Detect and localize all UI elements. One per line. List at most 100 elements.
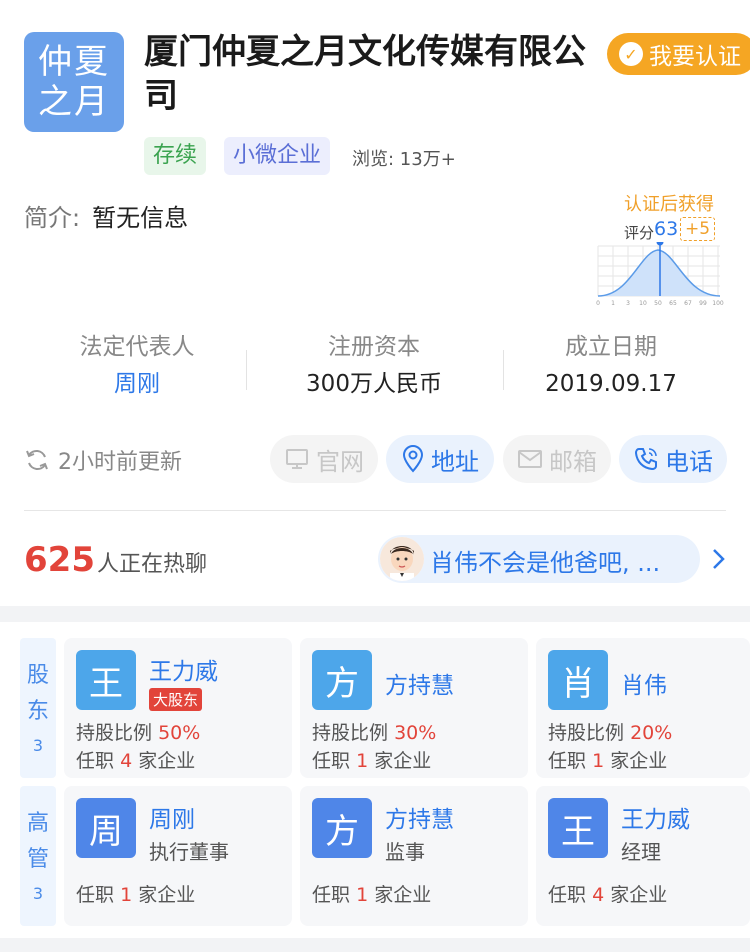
share-ratio-value: 50% [158,722,201,744]
executive-card[interactable]: 王 王力威 经理 任职 4 家企业 [536,786,750,926]
section-gap [0,938,750,952]
company-type-badge: 小微企业 [224,137,331,175]
phone-icon [634,448,657,471]
job-count-value: 4 [120,750,133,772]
executive-name[interactable]: 王力威 [621,800,690,834]
job-suffix: 家企业 [374,750,432,772]
major-shareholder-badge: 大股东 [149,688,203,711]
score-axis-tick: 65 [669,300,677,307]
address-button-label: 地址 [431,447,479,476]
info-value: 2019.09.17 [545,371,677,397]
location-icon [402,445,424,473]
logo-text-line2: 之月 [38,82,110,122]
info-label: 成立日期 [565,334,657,360]
section-gap [0,606,750,622]
certify-button[interactable]: ✓ 我要认证 [607,33,750,75]
job-count: 任职 1 家企业 [312,880,431,907]
score-axis-tick: 0 [596,300,600,307]
shareholders-section-title[interactable]: 股 东 3 [20,638,56,778]
job-suffix: 家企业 [610,884,668,906]
job-count-value: 1 [356,750,369,772]
score-axis-tick: 99 [699,300,707,307]
share-ratio: 持股比例 20% [548,718,672,745]
legal-representative-link[interactable]: 周刚 [22,364,252,404]
job-count: 任职 4 家企业 [76,746,195,773]
email-button[interactable]: 邮箱 [503,435,611,483]
hot-discussion: 625 人正在热聊 [24,540,207,580]
update-status[interactable]: 2小时前更新 [24,444,182,476]
divider [246,350,247,390]
phone-button[interactable]: 电话 [619,435,727,483]
job-count: 任职 1 家企业 [548,746,667,773]
job-prefix: 任职 [548,884,587,906]
shareholder-card[interactable]: 肖 肖伟 持股比例 20% 任职 1 家企业 [536,638,750,778]
shareholder-card[interactable]: 王 王力威 大股东 持股比例 50% 任职 4 家企业 [64,638,292,778]
info-label: 法定代表人 [79,334,195,360]
executive-card[interactable]: 周 周刚 执行董事 任职 1 家企业 [64,786,292,926]
executives-section-title[interactable]: 高 管 3 [20,786,56,926]
job-prefix: 任职 [76,884,115,906]
mail-icon [518,450,542,468]
share-ratio: 持股比例 30% [312,718,436,745]
executive-name[interactable]: 周刚 [149,800,195,834]
executive-card[interactable]: 方 方持慧 监事 任职 1 家企业 [300,786,528,926]
job-suffix: 家企业 [138,750,196,772]
score-axis-tick: 67 [684,300,692,307]
key-info-row: 法定代表人 周刚 注册资本 300万人民币 成立日期 2019.09.17 [0,330,750,410]
share-ratio-value: 20% [630,722,673,744]
executive-role: 经理 [621,840,661,864]
hot-count: 625 [24,540,95,580]
shareholder-name[interactable]: 王力威 [149,652,218,686]
score-label: 评分 [624,224,655,242]
avatar: 方 [312,798,372,858]
registered-capital: 注册资本 300万人民币 [259,330,489,404]
email-button-label: 邮箱 [549,447,597,476]
executives-count: 3 [32,884,44,903]
chat-preview[interactable]: 肖伟不会是他爸吧, ... [378,535,700,583]
shareholder-name[interactable]: 方持慧 [385,666,454,700]
job-count: 任职 1 家企业 [312,746,431,773]
job-prefix: 任职 [76,750,115,772]
executive-name[interactable]: 方持慧 [385,800,454,834]
share-ratio-label: 持股比例 [312,722,389,744]
shareholder-card[interactable]: 方 方持慧 持股比例 30% 任职 1 家企业 [300,638,528,778]
chat-message: 肖伟不会是他爸吧, ... [430,549,661,577]
refresh-icon [26,450,48,470]
company-intro: 简介: 暂无信息 [24,198,188,233]
executive-role: 监事 [385,840,425,864]
score-axis-tick: 100 [712,300,724,307]
score-axis-tick: 3 [626,300,630,307]
score-title: 认证后获得 [624,194,714,215]
shareholders-count: 3 [32,736,44,755]
verified-check-icon: ✓ [619,42,643,66]
phone-button-label: 电话 [665,447,713,476]
avatar: 王 [548,798,608,858]
shareholder-name[interactable]: 肖伟 [621,666,667,700]
job-count: 任职 4 家企业 [548,880,667,907]
section-title-char: 股 [26,663,49,688]
info-value: 300万人民币 [306,371,442,397]
share-ratio-value: 30% [394,722,437,744]
share-ratio: 持股比例 50% [76,718,200,745]
job-suffix: 家企业 [374,884,432,906]
score-distribution-chart: 0 1 3 10 50 65 67 99 100 [596,242,724,307]
job-prefix: 任职 [312,884,351,906]
job-count-value: 1 [356,884,369,906]
address-button[interactable]: 地址 [386,435,494,483]
divider [24,510,726,511]
user-avatar-icon [380,537,424,581]
job-prefix: 任职 [548,750,587,772]
avatar: 肖 [548,650,608,710]
score-value: 63 [654,218,679,240]
section-title-char: 东 [26,699,49,724]
website-button[interactable]: 官网 [270,435,378,483]
info-label: 注册资本 [328,334,420,360]
share-ratio-label: 持股比例 [548,722,625,744]
score-widget[interactable]: 认证后获得 评分 63 +5 0 1 3 10 50 65 67 99 100 [590,186,730,310]
job-prefix: 任职 [312,750,351,772]
executive-role: 执行董事 [149,840,229,864]
intro-value: 暂无信息 [92,204,189,232]
chevron-right-icon[interactable] [706,544,732,574]
score-axis-tick: 50 [654,300,662,307]
avatar: 周 [76,798,136,858]
